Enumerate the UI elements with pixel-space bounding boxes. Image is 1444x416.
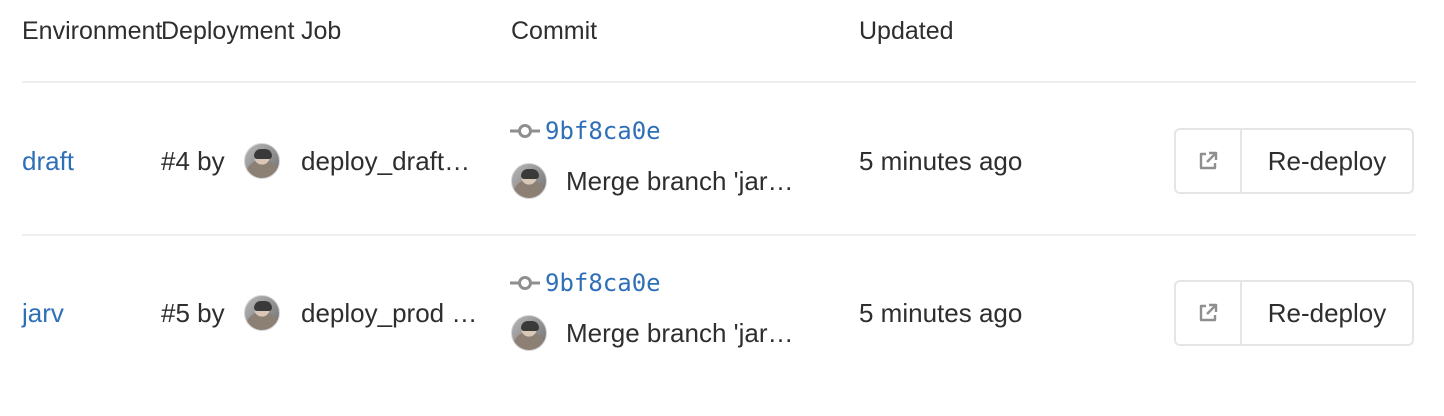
commit-icon <box>510 123 540 139</box>
external-link-icon <box>1197 150 1219 172</box>
commit-title-link[interactable]: Merge branch 'jar… <box>566 166 816 196</box>
environments-table: Environment Deployment Job Commit Update… <box>0 0 1444 416</box>
job-link[interactable]: deploy_draft… <box>301 146 491 176</box>
updated-time: 5 minutes ago <box>859 298 1023 328</box>
header-updated: Updated <box>859 17 954 45</box>
table-row: jarv #5 by deploy_prod … 9bf8ca0e Merge … <box>0 236 1444 386</box>
header-deployment: Deployment <box>161 17 295 45</box>
commit-sha-link[interactable]: 9bf8ca0e <box>545 268 661 298</box>
header-environment: Environment <box>22 17 163 45</box>
deployment-number: #4 by <box>161 146 225 176</box>
updated-time: 5 minutes ago <box>859 146 1023 176</box>
redeploy-button[interactable]: Re-deploy <box>1240 128 1414 194</box>
job-link[interactable]: deploy_prod … <box>301 298 491 328</box>
commit-icon <box>510 275 540 291</box>
avatar[interactable] <box>511 163 547 199</box>
environment-link[interactable]: jarv <box>22 298 64 328</box>
external-link-icon <box>1197 302 1219 324</box>
header-commit: Commit <box>511 17 598 45</box>
deployment-number: #5 by <box>161 298 225 328</box>
commit-sha-link[interactable]: 9bf8ca0e <box>545 116 661 146</box>
avatar[interactable] <box>244 143 280 179</box>
avatar[interactable] <box>511 315 547 351</box>
open-external-button[interactable] <box>1174 280 1242 346</box>
actions-button-group: Re-deploy <box>1174 280 1414 346</box>
redeploy-button[interactable]: Re-deploy <box>1240 280 1414 346</box>
actions-button-group: Re-deploy <box>1174 128 1414 194</box>
avatar[interactable] <box>244 295 280 331</box>
header-job: Job <box>301 17 342 45</box>
environment-link[interactable]: draft <box>22 146 74 176</box>
header-divider <box>22 81 1416 83</box>
open-external-button[interactable] <box>1174 128 1242 194</box>
table-row: draft #4 by deploy_draft… 9bf8ca0e Merge… <box>0 84 1444 234</box>
table-header: Environment Deployment Job Commit Update… <box>0 0 1444 62</box>
commit-title-link[interactable]: Merge branch 'jar… <box>566 318 816 348</box>
